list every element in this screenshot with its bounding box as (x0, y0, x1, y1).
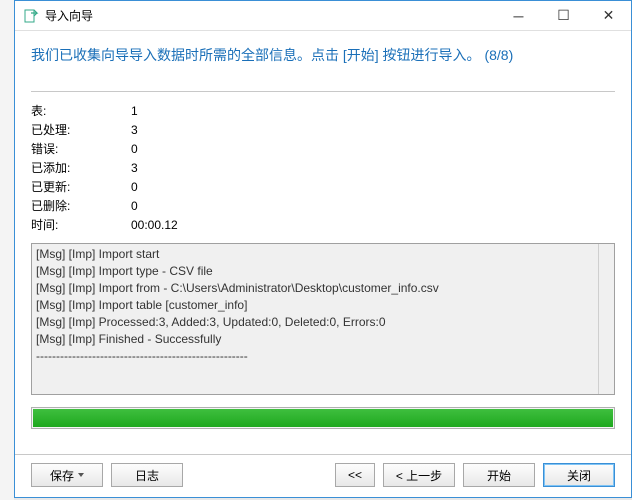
stat-value: 00:00.12 (131, 216, 178, 235)
close-button[interactable]: 关闭 (543, 463, 615, 487)
close-button-label: 关闭 (567, 467, 591, 484)
stat-row: 已删除:0 (31, 197, 615, 216)
stat-row: 已添加:3 (31, 159, 615, 178)
stat-value: 3 (131, 159, 138, 178)
minimize-button[interactable]: ─ (496, 2, 541, 30)
stat-label: 时间: (31, 216, 131, 235)
stat-row: 已更新:0 (31, 178, 615, 197)
progress-bar-track (31, 407, 615, 429)
stat-row: 表:1 (31, 102, 615, 121)
previous-step-label: < 上一步 (396, 467, 442, 484)
previous-step-button[interactable]: < 上一步 (383, 463, 455, 487)
stat-label: 错误: (31, 140, 131, 159)
stat-label: 表: (31, 102, 131, 121)
stat-label: 已删除: (31, 197, 131, 216)
first-step-button[interactable]: << (335, 463, 375, 487)
start-button-label: 开始 (487, 467, 511, 484)
background-slice (0, 0, 14, 500)
progress-bar-fill (33, 409, 613, 427)
stat-label: 已处理: (31, 121, 131, 140)
stat-value: 1 (131, 102, 138, 121)
log-line: [Msg] [Imp] Import start (36, 246, 610, 263)
stat-row: 已处理:3 (31, 121, 615, 140)
chevron-down-icon (78, 473, 84, 477)
window-title: 导入向导 (45, 7, 496, 24)
log-line: [Msg] [Imp] Processed:3, Added:3, Update… (36, 314, 610, 331)
stat-row: 错误:0 (31, 140, 615, 159)
save-button-label: 保存 (50, 467, 74, 484)
wizard-headline: 我们已收集向导导入数据时所需的全部信息。点击 [开始] 按钮进行导入。 (8/8… (15, 31, 631, 71)
close-window-button[interactable]: ✕ (586, 2, 631, 30)
stat-label: 已添加: (31, 159, 131, 178)
log-line: [Msg] [Imp] Import from - C:\Users\Admin… (36, 280, 610, 297)
stat-value: 0 (131, 178, 138, 197)
window-buttons: ─ ☐ ✕ (496, 2, 631, 30)
log-button[interactable]: 日志 (111, 463, 183, 487)
import-wizard-window: 导入向导 ─ ☐ ✕ 我们已收集向导导入数据时所需的全部信息。点击 [开始] 按… (14, 0, 632, 498)
titlebar: 导入向导 ─ ☐ ✕ (15, 1, 631, 31)
log-scrollbar[interactable] (598, 244, 614, 394)
start-button[interactable]: 开始 (463, 463, 535, 487)
stat-value: 0 (131, 140, 138, 159)
log-line: ----------------------------------------… (36, 348, 610, 365)
maximize-button[interactable]: ☐ (541, 2, 586, 30)
save-button[interactable]: 保存 (31, 463, 103, 487)
stat-row: 时间:00:00.12 (31, 216, 615, 235)
stat-label: 已更新: (31, 178, 131, 197)
stat-value: 3 (131, 121, 138, 140)
stats-section: 表:1 已处理:3 错误:0 已添加:3 已更新:0 已删除:0 时间:00:0… (31, 91, 615, 235)
log-button-label: 日志 (135, 467, 159, 484)
log-output[interactable]: [Msg] [Imp] Import start [Msg] [Imp] Imp… (31, 243, 615, 395)
first-step-label: << (348, 468, 362, 482)
stat-value: 0 (131, 197, 138, 216)
app-icon (23, 8, 39, 24)
log-line: [Msg] [Imp] Finished - Successfully (36, 331, 610, 348)
log-line: [Msg] [Imp] Import table [customer_info] (36, 297, 610, 314)
button-bar: 保存 日志 << < 上一步 开始 关闭 (15, 454, 631, 497)
log-line: [Msg] [Imp] Import type - CSV file (36, 263, 610, 280)
